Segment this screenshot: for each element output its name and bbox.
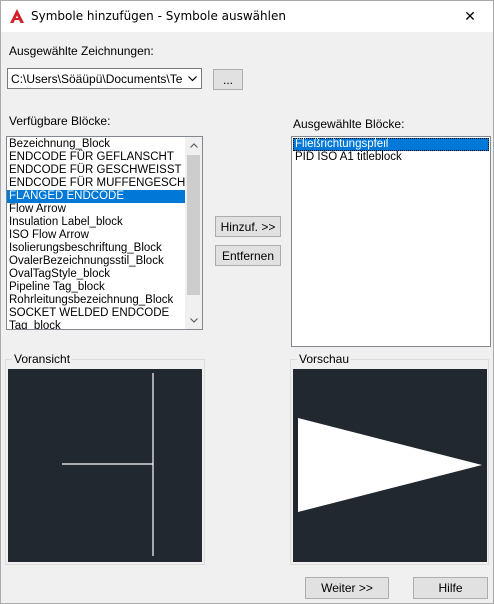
selected-blocks-list[interactable]: Fließrichtungspfeil PID ISO A1 titleblock <box>291 136 491 347</box>
list-item[interactable]: SOCKET WELDED ENDCODE <box>7 307 187 320</box>
left-preview-group: Voransicht <box>5 352 205 565</box>
right-preview-canvas <box>293 369 487 562</box>
browse-button-label: ... <box>222 72 233 87</box>
add-button-label: Hinzuf. >> <box>220 219 276 234</box>
browse-button[interactable]: ... <box>213 69 243 90</box>
add-button[interactable]: Hinzuf. >> <box>215 216 281 237</box>
list-item[interactable]: FLANGED ENDCODE <box>7 190 187 203</box>
next-button-label: Weiter >> <box>321 581 373 595</box>
available-list-scrollbar[interactable] <box>185 137 202 329</box>
right-preview-drawing <box>298 418 482 512</box>
list-item[interactable]: Bezeichnung_Block <box>7 138 187 151</box>
left-preview-drawing <box>62 373 154 556</box>
right-preview-title: Vorschau <box>297 352 352 366</box>
list-item[interactable]: ENDCODE FÜR GESCHWEISST <box>7 164 187 177</box>
scroll-down-icon[interactable] <box>185 312 202 329</box>
list-item[interactable]: Tag_block <box>7 320 187 329</box>
help-button-label: Hilfe <box>438 581 463 595</box>
available-blocks-list[interactable]: Bezeichnung_Block ENDCODE FÜR GEFLANSCHT E… <box>6 136 203 330</box>
list-item[interactable]: OvalerBezeichnungsstil_Block <box>7 255 187 268</box>
list-item[interactable]: Pipeline Tag_block <box>7 281 187 294</box>
list-item[interactable]: Isolierungsbeschriftung_Block <box>7 242 187 255</box>
chevron-down-icon[interactable] <box>183 69 201 88</box>
right-preview-group: Vorschau <box>290 352 489 565</box>
drawing-path-combo[interactable]: C:\Users\Söäüpü\Documents\TestI <box>7 68 202 89</box>
list-item[interactable]: Insulation Label_block <box>7 216 187 229</box>
left-preview-title: Voransicht <box>12 352 73 366</box>
selected-blocks-label: Ausgewählte Blöcke: <box>293 117 405 131</box>
autocad-app-icon <box>10 9 24 23</box>
help-button[interactable]: Hilfe <box>413 577 488 599</box>
remove-button[interactable]: Entfernen <box>215 245 281 266</box>
drawing-path-value: C:\Users\Söäüpü\Documents\TestI <box>11 72 183 86</box>
list-item[interactable]: Flow Arrow <box>7 203 187 216</box>
list-item[interactable]: OvalTagStyle_block <box>7 268 187 281</box>
scroll-up-icon[interactable] <box>185 137 202 154</box>
list-item[interactable]: ENDCODE FÜR MUFFENGESCHWE <box>7 177 202 190</box>
close-icon: ✕ <box>464 8 476 24</box>
left-preview-canvas <box>8 369 202 562</box>
selected-drawings-label: Ausgewählte Zeichnungen: <box>9 44 154 58</box>
next-button[interactable]: Weiter >> <box>305 577 389 599</box>
dialog-window: Symbole hinzufügen - Symbole auswählen ✕… <box>0 0 494 604</box>
window-title: Symbole hinzufügen - Symbole auswählen <box>31 9 286 23</box>
title-bar: Symbole hinzufügen - Symbole auswählen ✕ <box>1 1 493 32</box>
close-button[interactable]: ✕ <box>447 1 493 32</box>
remove-button-label: Entfernen <box>221 248 275 263</box>
list-item[interactable]: ISO Flow Arrow <box>7 229 187 242</box>
available-blocks-label: Verfügbare Blöcke: <box>9 114 111 128</box>
scrollbar-thumb[interactable] <box>187 155 200 295</box>
list-item[interactable]: ENDCODE FÜR GEFLANSCHT <box>7 151 187 164</box>
list-item[interactable]: Rohrleitungsbezeichnung_Block <box>7 294 187 307</box>
list-item[interactable]: PID ISO A1 titleblock <box>293 151 489 164</box>
list-item[interactable]: Fließrichtungspfeil <box>293 138 489 151</box>
